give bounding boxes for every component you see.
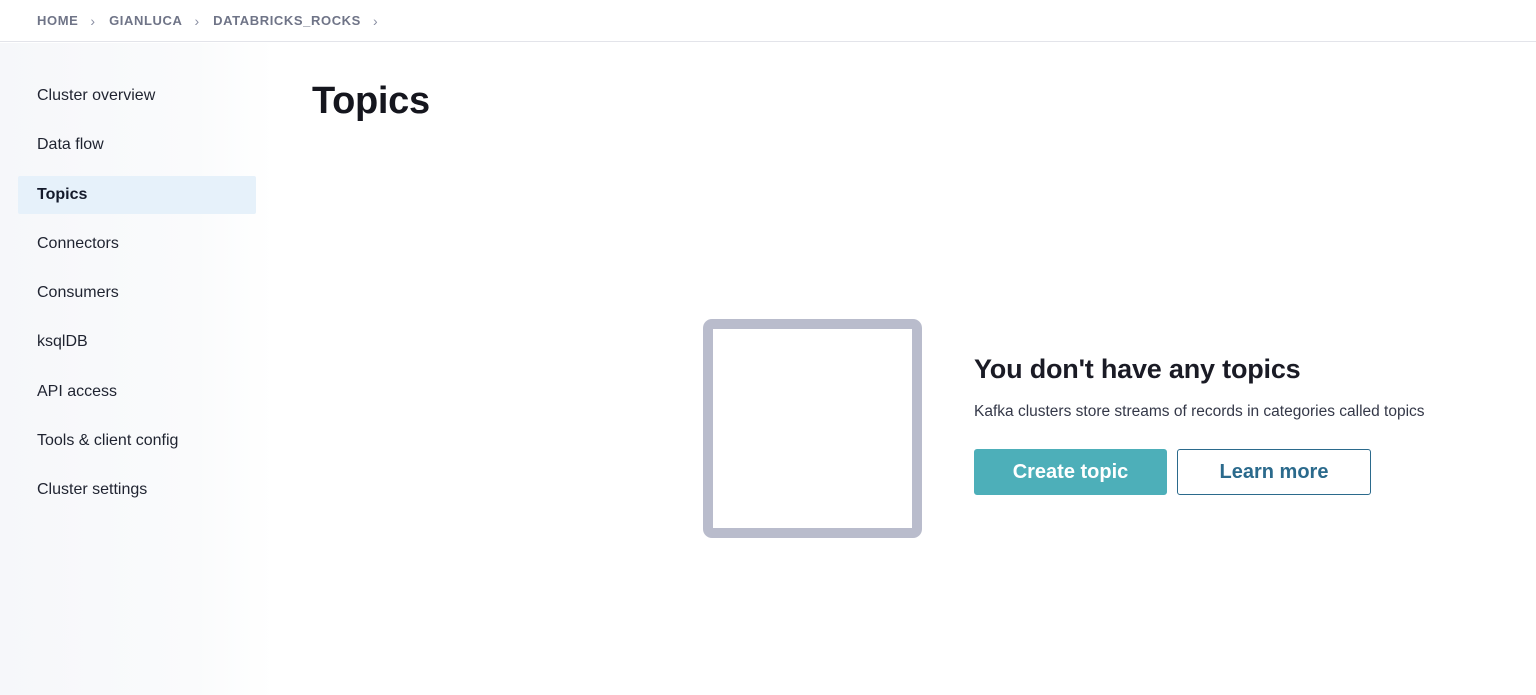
sidebar-item-ksqldb[interactable]: ksqlDB: [18, 323, 256, 361]
sidebar-item-connectors[interactable]: Connectors: [18, 225, 256, 263]
breadcrumb-home[interactable]: HOME: [37, 13, 78, 28]
chevron-right-icon: ›: [194, 12, 200, 29]
breadcrumb: HOME › GIANLUCA › DATABRICKS_ROCKS ›: [0, 0, 1536, 42]
sidebar: Cluster overview Data flow Topics Connec…: [0, 43, 275, 695]
sidebar-item-tools-client-config[interactable]: Tools & client config: [18, 422, 256, 460]
breadcrumb-databricks-rocks[interactable]: DATABRICKS_ROCKS: [213, 13, 361, 28]
learn-more-button[interactable]: Learn more: [1177, 449, 1371, 495]
empty-state-heading: You don't have any topics: [974, 354, 1301, 384]
sidebar-item-cluster-settings[interactable]: Cluster settings: [18, 471, 256, 509]
chevron-right-icon: ›: [90, 12, 96, 29]
empty-state: You don't have any topics Kafka clusters…: [974, 354, 1514, 495]
sidebar-item-data-flow[interactable]: Data flow: [18, 126, 256, 164]
create-topic-button[interactable]: Create topic: [974, 449, 1167, 495]
sidebar-item-api-access[interactable]: API access: [18, 373, 256, 411]
page-title: Topics: [312, 80, 430, 122]
breadcrumb-gianluca[interactable]: GIANLUCA: [109, 13, 182, 28]
sidebar-item-cluster-overview[interactable]: Cluster overview: [18, 77, 256, 115]
empty-state-illustration: [703, 319, 922, 538]
sidebar-item-topics[interactable]: Topics: [18, 175, 256, 214]
empty-state-actions: Create topic Learn more: [974, 449, 1514, 495]
sidebar-item-consumers[interactable]: Consumers: [18, 274, 256, 312]
empty-state-description: Kafka clusters store streams of records …: [974, 403, 1425, 420]
chevron-right-icon: ›: [372, 12, 378, 29]
sidebar-nav: Cluster overview Data flow Topics Connec…: [18, 77, 256, 521]
